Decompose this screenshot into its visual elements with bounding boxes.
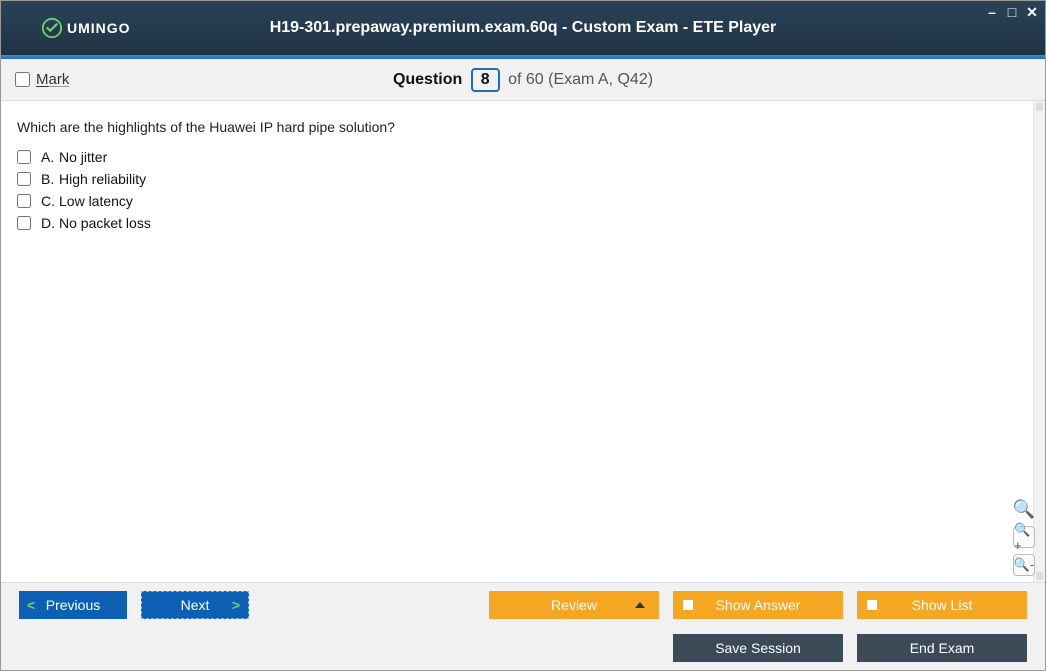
brand-text: UMINGO <box>67 20 131 36</box>
show-list-button[interactable]: Show List <box>857 591 1027 619</box>
chevron-right-icon: > <box>232 597 240 613</box>
question-suffix: of 60 (Exam A, Q42) <box>508 71 653 88</box>
mark-checkbox[interactable] <box>15 72 30 87</box>
zoom-out-icon[interactable]: 🔍- <box>1013 554 1035 576</box>
footer-row-1: < Previous Next > Review Show Answer Show … <box>1 582 1045 626</box>
option-letter: D. <box>41 215 59 231</box>
option-checkbox[interactable] <box>17 172 31 186</box>
mark-label: Mark <box>36 71 69 88</box>
square-icon <box>683 600 693 610</box>
option-d[interactable]: D.No packet loss <box>17 215 1029 231</box>
maximize-icon[interactable]: □ <box>1005 5 1019 19</box>
footer-row-2: Save Session End Exam <box>1 626 1045 670</box>
show-answer-button[interactable]: Show Answer <box>673 591 843 619</box>
question-content: Which are the highlights of the Huawei I… <box>1 101 1045 582</box>
next-button[interactable]: Next > <box>141 591 249 619</box>
question-text: Which are the highlights of the Huawei I… <box>17 119 1029 135</box>
triangle-up-icon <box>635 602 645 608</box>
button-label: End Exam <box>910 640 975 656</box>
mark-toggle[interactable]: Mark <box>15 71 69 88</box>
close-icon[interactable]: ✕ <box>1025 5 1039 19</box>
chevron-left-icon: < <box>27 597 35 613</box>
option-text: Low latency <box>59 193 133 209</box>
option-checkbox[interactable] <box>17 216 31 230</box>
option-b[interactable]: B.High reliability <box>17 171 1029 187</box>
options-list: A.No jitter B.High reliability C.Low lat… <box>17 149 1029 231</box>
option-checkbox[interactable] <box>17 194 31 208</box>
option-letter: B. <box>41 171 59 187</box>
button-label: Show List <box>912 597 973 613</box>
option-text: No jitter <box>59 149 107 165</box>
minimize-icon[interactable]: – <box>985 5 999 19</box>
option-c[interactable]: C.Low latency <box>17 193 1029 209</box>
button-label: Show Answer <box>716 597 801 613</box>
window-title: H19-301.prepaway.premium.exam.60q - Cust… <box>1 19 1045 37</box>
question-header: Mark Question 8 of 60 (Exam A, Q42) <box>1 59 1045 101</box>
button-label: Next <box>181 597 210 613</box>
button-label: Previous <box>46 597 100 613</box>
previous-button[interactable]: < Previous <box>19 591 127 619</box>
button-label: Save Session <box>715 640 801 656</box>
search-icon[interactable]: 🔍 <box>1013 498 1035 520</box>
option-checkbox[interactable] <box>17 150 31 164</box>
end-exam-button[interactable]: End Exam <box>857 634 1027 662</box>
option-letter: A. <box>41 149 59 165</box>
option-text: High reliability <box>59 171 146 187</box>
button-label: Review <box>551 597 597 613</box>
app-window: UMINGO H19-301.prepaway.premium.exam.60q… <box>0 0 1046 671</box>
zoom-tools: 🔍 🔍+ 🔍- <box>1013 498 1035 576</box>
option-letter: C. <box>41 193 59 209</box>
option-text: No packet loss <box>59 215 151 231</box>
question-prefix: Question <box>393 71 462 88</box>
option-a[interactable]: A.No jitter <box>17 149 1029 165</box>
check-circle-icon <box>41 17 63 39</box>
title-bar: UMINGO H19-301.prepaway.premium.exam.60q… <box>1 1 1045 55</box>
window-controls: – □ ✕ <box>985 5 1039 19</box>
square-icon <box>867 600 877 610</box>
review-button[interactable]: Review <box>489 591 659 619</box>
question-counter: Question 8 of 60 (Exam A, Q42) <box>1 68 1045 92</box>
brand-logo: UMINGO <box>41 17 131 39</box>
save-session-button[interactable]: Save Session <box>673 634 843 662</box>
question-number: 8 <box>471 68 500 92</box>
zoom-in-icon[interactable]: 🔍+ <box>1013 526 1035 548</box>
